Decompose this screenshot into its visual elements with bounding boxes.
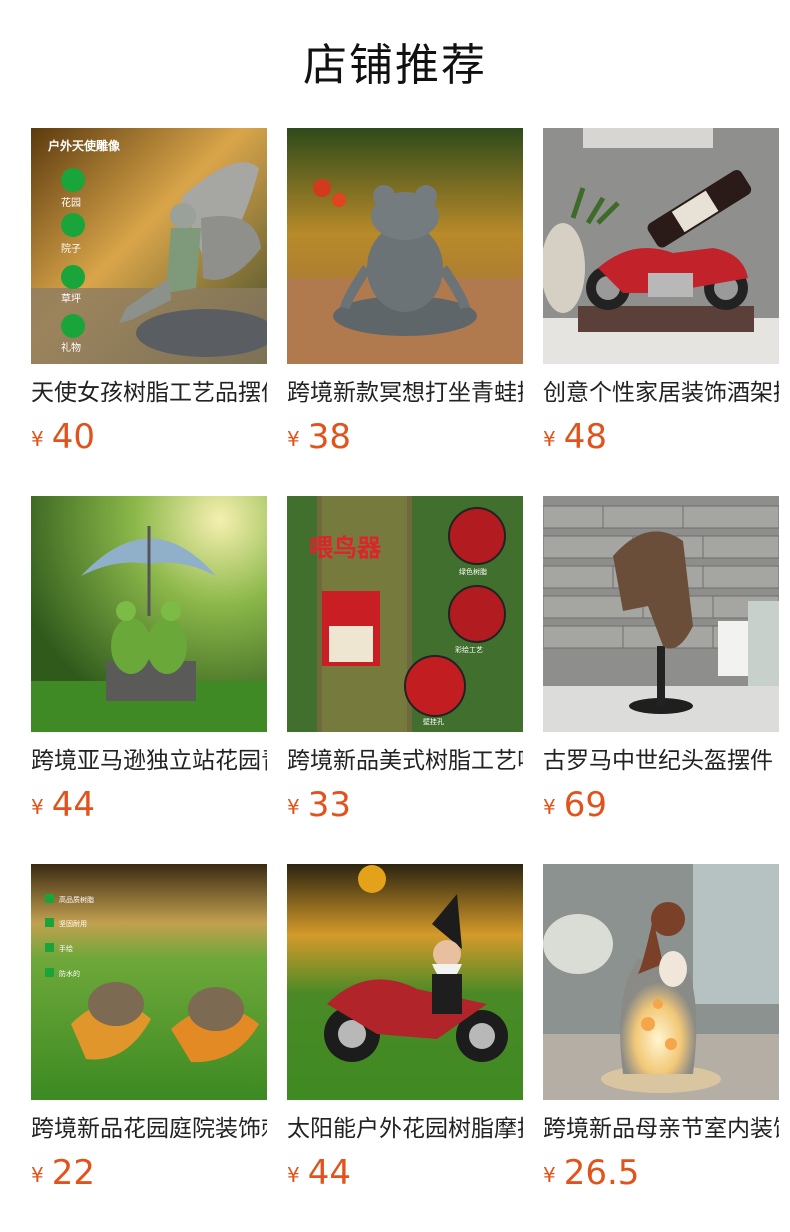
product-card[interactable]: 高品质树脂 坚固耐用 手绘 防水的 跨境新品花园庭院装饰刺猬 ¥22 — [31, 864, 267, 1194]
product-price: ¥40 — [31, 416, 95, 458]
product-image-roman-helmet[interactable] — [543, 496, 779, 732]
svg-text:防水的: 防水的 — [59, 969, 80, 978]
svg-text:绿色树脂: 绿色树脂 — [459, 567, 487, 576]
product-card[interactable]: 喂鸟器 绿色树脂 彩绘工艺 壁挂孔 跨境新品美式树脂工艺喂鸟器 ¥33 — [287, 496, 523, 826]
svg-text:彩绘工艺: 彩绘工艺 — [455, 645, 483, 654]
product-name[interactable]: 古罗马中世纪头盔摆件 — [543, 744, 779, 778]
product-image-hedgehogs[interactable]: 高品质树脂 坚固耐用 手绘 防水的 — [31, 864, 267, 1100]
product-card[interactable]: 古罗马中世纪头盔摆件 ¥69 — [543, 496, 779, 826]
svg-text:礼物: 礼物 — [61, 341, 81, 354]
product-name[interactable]: 天使女孩树脂工艺品摆件 — [31, 376, 267, 410]
price-value: 26.5 — [563, 1153, 640, 1193]
product-card[interactable]: 创意个性家居装饰酒架摆件 ¥48 — [543, 128, 779, 458]
currency-symbol: ¥ — [543, 795, 556, 819]
product-card[interactable]: 跨境新品母亲节室内装饰灯 ¥26.5 — [543, 864, 779, 1194]
product-card[interactable]: 跨境新款冥想打坐青蛙摆件 ¥38 — [287, 128, 523, 458]
currency-symbol: ¥ — [31, 427, 44, 451]
product-image-motorcycle-wine-rack[interactable] — [543, 128, 779, 364]
currency-symbol: ¥ — [31, 1163, 44, 1187]
product-name[interactable]: 跨境新品美式树脂工艺喂鸟器 — [287, 744, 523, 778]
overlay-heading: 喂鸟器 — [309, 534, 382, 562]
product-price: ¥44 — [31, 784, 95, 826]
product-name[interactable]: 跨境新品母亲节室内装饰灯 — [543, 1112, 779, 1146]
product-price: ¥69 — [543, 784, 607, 826]
product-price: ¥44 — [287, 1152, 351, 1194]
product-card[interactable]: 户外天使雕像 花园 院子 草坪 礼物 天使女孩树脂工艺品摆件 ¥40 — [31, 128, 267, 458]
product-name[interactable]: 跨境新品花园庭院装饰刺猬 — [31, 1112, 267, 1146]
currency-symbol: ¥ — [543, 1163, 556, 1187]
svg-text:壁挂孔: 壁挂孔 — [423, 717, 444, 726]
price-value: 44 — [307, 1153, 351, 1193]
price-value: 22 — [51, 1153, 95, 1193]
svg-text:花园: 花园 — [61, 196, 81, 209]
svg-text:户外天使雕像: 户外天使雕像 — [48, 138, 121, 153]
product-price: ¥38 — [287, 416, 351, 458]
product-image-gnome-motorcycle[interactable] — [287, 864, 523, 1100]
product-image-meditating-frog[interactable] — [287, 128, 523, 364]
product-card[interactable]: 太阳能户外花园树脂摩托侏儒 ¥44 — [287, 864, 523, 1194]
currency-symbol: ¥ — [287, 1163, 300, 1187]
product-image-mother-child-lamp[interactable] — [543, 864, 779, 1100]
product-name[interactable]: 跨境新款冥想打坐青蛙摆件 — [287, 376, 523, 410]
currency-symbol: ¥ — [287, 427, 300, 451]
price-value: 69 — [563, 785, 607, 825]
svg-text:草坪: 草坪 — [61, 292, 81, 305]
product-name[interactable]: 太阳能户外花园树脂摩托侏儒 — [287, 1112, 523, 1146]
product-image-bird-feeder[interactable]: 喂鸟器 绿色树脂 彩绘工艺 壁挂孔 — [287, 496, 523, 732]
product-image-angel-fairy[interactable]: 户外天使雕像 花园 院子 草坪 礼物 — [31, 128, 267, 364]
product-image-frogs-umbrella[interactable] — [31, 496, 267, 732]
product-name[interactable]: 创意个性家居装饰酒架摆件 — [543, 376, 779, 410]
product-card[interactable]: 跨境亚马逊独立站花园青蛙 ¥44 — [31, 496, 267, 826]
price-value: 40 — [51, 417, 95, 457]
product-price: ¥48 — [543, 416, 607, 458]
section-title: 店铺推荐 — [303, 40, 487, 91]
price-value: 38 — [307, 417, 351, 457]
product-price: ¥33 — [287, 784, 351, 826]
svg-text:坚固耐用: 坚固耐用 — [59, 919, 87, 928]
price-value: 33 — [307, 785, 351, 825]
product-name[interactable]: 跨境亚马逊独立站花园青蛙 — [31, 744, 267, 778]
svg-text:高品质树脂: 高品质树脂 — [59, 895, 94, 904]
currency-symbol: ¥ — [287, 795, 300, 819]
svg-text:院子: 院子 — [61, 242, 81, 255]
product-price: ¥22 — [31, 1152, 95, 1194]
price-value: 44 — [51, 785, 95, 825]
product-price: ¥26.5 — [543, 1152, 639, 1194]
currency-symbol: ¥ — [543, 427, 556, 451]
svg-text:手绘: 手绘 — [59, 944, 73, 953]
currency-symbol: ¥ — [31, 795, 44, 819]
price-value: 48 — [563, 417, 607, 457]
